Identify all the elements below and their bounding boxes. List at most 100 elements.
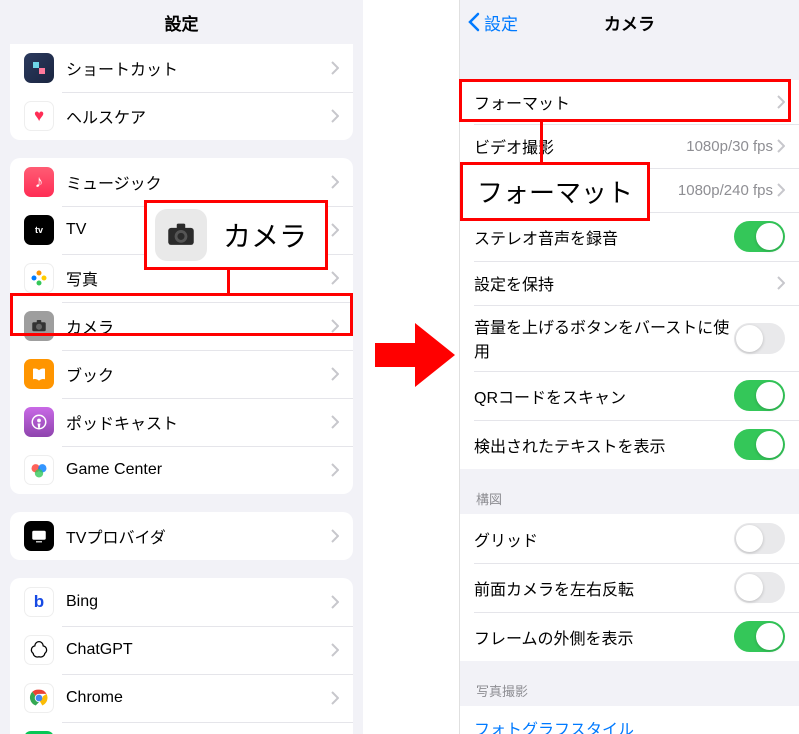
chevron-right-icon bbox=[777, 276, 785, 290]
settings-group-2: TVプロバイダ bbox=[10, 512, 353, 560]
gamecenter-icon bbox=[24, 455, 54, 485]
row-label: 設定を保持 bbox=[474, 271, 777, 295]
row-label: ChatGPT bbox=[66, 641, 331, 659]
camera-icon-large bbox=[155, 209, 207, 261]
row-label: Bing bbox=[66, 593, 331, 611]
switch-mirror[interactable] bbox=[734, 572, 785, 603]
switch-outside-frame[interactable] bbox=[734, 621, 785, 652]
row-chrome[interactable]: Chrome bbox=[10, 674, 353, 722]
back-label: 設定 bbox=[484, 10, 518, 35]
chevron-right-icon bbox=[331, 691, 339, 705]
tvprovider-icon bbox=[24, 521, 54, 551]
row-label: ポッドキャスト bbox=[66, 410, 331, 434]
row-grid[interactable]: グリッド bbox=[460, 514, 799, 563]
switch-qr[interactable] bbox=[734, 380, 785, 411]
settings-panel: 設定 ショートカット ♥ ヘルスケア ♪ ミュージック tv TV bbox=[0, 0, 363, 734]
switch-livetext[interactable] bbox=[734, 429, 785, 460]
row-label: フォーマット bbox=[474, 90, 777, 114]
row-music[interactable]: ♪ ミュージック bbox=[10, 158, 353, 206]
chevron-right-icon bbox=[331, 223, 339, 237]
chevron-right-icon bbox=[777, 183, 785, 197]
arrow-icon bbox=[375, 323, 455, 387]
row-shortcuts[interactable]: ショートカット bbox=[10, 44, 353, 92]
shortcuts-icon bbox=[24, 53, 54, 83]
camera-header: 設定 カメラ bbox=[460, 0, 799, 44]
chevron-right-icon bbox=[331, 595, 339, 609]
chevron-right-icon bbox=[331, 367, 339, 381]
chevron-right-icon bbox=[331, 463, 339, 477]
camera-title: カメラ bbox=[604, 10, 655, 35]
settings-group-0: ショートカット ♥ ヘルスケア bbox=[10, 44, 353, 140]
row-label: ミュージック bbox=[66, 170, 331, 194]
row-chatgpt[interactable]: ChatGPT bbox=[10, 626, 353, 674]
row-format[interactable]: フォーマット bbox=[460, 80, 799, 124]
settings-header: 設定 bbox=[0, 0, 363, 44]
tv-icon: tv bbox=[24, 215, 54, 245]
chevron-right-icon bbox=[331, 61, 339, 75]
annotation-connector-2 bbox=[540, 120, 543, 164]
row-label: Chrome bbox=[66, 689, 331, 707]
row-outside-frame[interactable]: フレームの外側を表示 bbox=[460, 612, 799, 661]
chevron-right-icon bbox=[777, 95, 785, 109]
row-label: ショートカット bbox=[66, 56, 331, 80]
health-icon: ♥ bbox=[24, 101, 54, 131]
row-tvprovider[interactable]: TVプロバイダ bbox=[10, 512, 353, 560]
row-podcasts[interactable]: ポッドキャスト bbox=[10, 398, 353, 446]
row-health[interactable]: ♥ ヘルスケア bbox=[10, 92, 353, 140]
podcasts-icon bbox=[24, 407, 54, 437]
photos-icon bbox=[24, 263, 54, 293]
row-camera[interactable]: カメラ bbox=[10, 302, 353, 350]
chevron-right-icon bbox=[331, 271, 339, 285]
row-label: フレームの外側を表示 bbox=[474, 625, 734, 649]
row-label: ビデオ撮影 bbox=[474, 134, 686, 158]
chevron-right-icon bbox=[331, 319, 339, 333]
row-mirror[interactable]: 前面カメラを左右反転 bbox=[460, 563, 799, 612]
callout-camera-label: カメラ bbox=[223, 215, 307, 255]
row-label: カメラ bbox=[66, 314, 331, 338]
chevron-right-icon bbox=[331, 109, 339, 123]
row-burst[interactable]: 音量を上げるボタンをバーストに使用 bbox=[460, 305, 799, 371]
row-label: Game Center bbox=[66, 461, 331, 479]
annotation-format-callout: フォーマット bbox=[460, 162, 650, 221]
switch-burst[interactable] bbox=[734, 323, 785, 354]
row-line[interactable]: LINE LINE bbox=[10, 722, 353, 734]
section-composition: 構図 bbox=[460, 469, 799, 514]
row-detail: 1080p/240 fps bbox=[678, 182, 773, 199]
row-label: TVプロバイダ bbox=[66, 524, 331, 548]
section-photo: 写真撮影 bbox=[460, 661, 799, 706]
row-qr[interactable]: QRコードをスキャン bbox=[460, 371, 799, 420]
settings-group-3: b Bing ChatGPT Chrome LINE LINE bbox=[10, 578, 353, 734]
row-label: 検出されたテキストを表示 bbox=[474, 433, 734, 457]
row-label: ブック bbox=[66, 362, 331, 386]
row-detail: 1080p/30 fps bbox=[686, 138, 773, 155]
row-photographic-styles[interactable]: フォトグラフスタイル bbox=[460, 706, 799, 734]
switch-stereo[interactable] bbox=[734, 221, 785, 252]
chevron-right-icon bbox=[331, 415, 339, 429]
row-label: QRコードをスキャン bbox=[474, 384, 734, 408]
camera-icon bbox=[24, 311, 54, 341]
camera-group-2: グリッド 前面カメラを左右反転 フレームの外側を表示 bbox=[460, 514, 799, 661]
row-label: フォトグラフスタイル bbox=[474, 716, 785, 734]
camera-group-1: フォーマット ビデオ撮影 1080p/30 fps スローモーション撮影 108… bbox=[460, 80, 799, 469]
annotation-connector-1 bbox=[227, 266, 230, 295]
chevron-right-icon bbox=[331, 175, 339, 189]
chevron-right-icon bbox=[331, 529, 339, 543]
callout-format-label: フォーマット bbox=[477, 178, 633, 208]
row-preserve[interactable]: 設定を保持 bbox=[460, 261, 799, 305]
row-books[interactable]: ブック bbox=[10, 350, 353, 398]
row-gamecenter[interactable]: Game Center bbox=[10, 446, 353, 494]
music-icon: ♪ bbox=[24, 167, 54, 197]
row-bing[interactable]: b Bing bbox=[10, 578, 353, 626]
back-button[interactable]: 設定 bbox=[468, 10, 518, 35]
switch-grid[interactable] bbox=[734, 523, 785, 554]
row-label: 前面カメラを左右反転 bbox=[474, 576, 734, 600]
row-livetext[interactable]: 検出されたテキストを表示 bbox=[460, 420, 799, 469]
chevron-right-icon bbox=[777, 139, 785, 153]
bing-icon: b bbox=[24, 587, 54, 617]
camera-settings-panel: 設定 カメラ フォーマット ビデオ撮影 1080p/30 fps スローモーショ… bbox=[459, 0, 799, 734]
row-label: ステレオ音声を録音 bbox=[474, 225, 734, 249]
annotation-camera-callout: カメラ bbox=[144, 200, 328, 270]
chrome-icon bbox=[24, 683, 54, 713]
books-icon bbox=[24, 359, 54, 389]
settings-title: 設定 bbox=[165, 10, 199, 35]
